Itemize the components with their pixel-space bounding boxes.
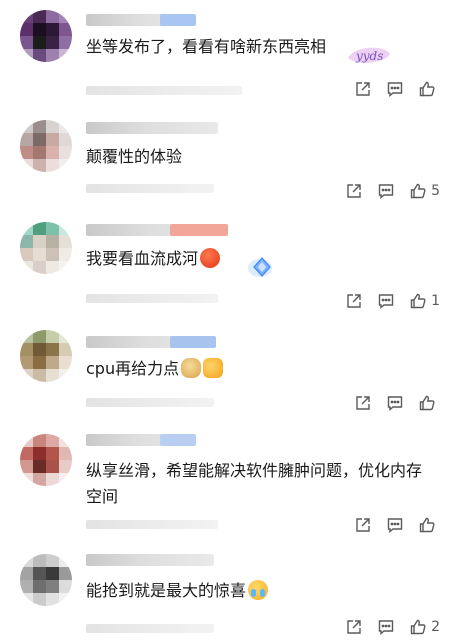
reply-button[interactable]: [377, 292, 395, 310]
share-icon: [347, 620, 361, 634]
comment-icon: [387, 396, 403, 411]
yyds-sticker: yyds: [348, 47, 390, 63]
thumbs-up-icon: [419, 395, 435, 411]
comment-actions: 1: [331, 290, 440, 312]
timestamp-blurred: [86, 624, 214, 633]
comment-icon: [378, 294, 394, 309]
share-button[interactable]: [354, 394, 372, 412]
reply-button[interactable]: [386, 80, 404, 98]
comment-actions: [340, 392, 440, 414]
angry-face-icon: [200, 248, 221, 268]
share-button[interactable]: [345, 182, 363, 200]
username-blurred[interactable]: [86, 554, 214, 566]
comment-actions: 5: [331, 180, 440, 202]
username-blurred[interactable]: [86, 336, 216, 348]
thumbs-up-icon: [419, 517, 435, 533]
comment-item: 能抢到就是最大的惊喜 2: [0, 542, 452, 642]
reply-button[interactable]: [386, 394, 404, 412]
comment-icon: [378, 184, 394, 199]
like-button[interactable]: [418, 394, 440, 412]
reply-button[interactable]: [386, 516, 404, 534]
comment-item: 纵享丝滑，希望能解决软件臃肿问题，优化内存空间: [0, 422, 452, 542]
comment-text: 纵享丝滑，希望能解决软件臃肿问题，优化内存空间: [86, 461, 423, 506]
comment-text: 颠覆性的体验: [86, 147, 183, 166]
like-button[interactable]: 2: [409, 618, 440, 636]
doge-icon: [181, 358, 202, 378]
share-icon: [356, 396, 370, 410]
username-blurred[interactable]: [86, 224, 228, 236]
comment-actions: 2: [331, 616, 440, 638]
comment-actions: [340, 514, 440, 536]
share-icon: [347, 184, 361, 198]
comment-item: 坐等发布了，看看有啥新东西亮相 yyds: [0, 0, 452, 108]
thumbs-up-icon: [410, 293, 426, 309]
username-blurred[interactable]: [86, 434, 196, 446]
like-count: 2: [431, 619, 440, 635]
comment-item: cpu再给力点: [0, 318, 452, 422]
comment-icon: [378, 620, 394, 635]
timestamp-blurred: [86, 520, 218, 529]
avatar[interactable]: [20, 222, 72, 274]
comment-actions: [340, 78, 440, 100]
timestamp-blurred: [86, 86, 242, 95]
share-button[interactable]: [345, 618, 363, 636]
reply-button[interactable]: [377, 182, 395, 200]
like-count: 1: [431, 293, 440, 309]
diamond-badge-icon: [248, 257, 272, 277]
avatar[interactable]: [20, 330, 72, 382]
avatar[interactable]: [20, 434, 72, 486]
timestamp-blurred: [86, 184, 214, 193]
comment-text: 能抢到就是最大的惊喜: [86, 578, 426, 604]
share-button[interactable]: [345, 292, 363, 310]
comment-icon: [387, 518, 403, 533]
comment-text: cpu再给力点: [86, 356, 426, 382]
like-button[interactable]: 5: [409, 182, 440, 200]
share-button[interactable]: [354, 80, 372, 98]
like-button[interactable]: [418, 516, 440, 534]
username-blurred[interactable]: [86, 122, 218, 134]
share-icon: [347, 294, 361, 308]
share-icon: [356, 82, 370, 96]
comment-item: 我要看血流成河 1: [0, 212, 452, 318]
timestamp-blurred: [86, 398, 214, 407]
fearful-face-icon: [203, 358, 224, 378]
crying-face-icon: [248, 580, 269, 600]
timestamp-blurred: [86, 294, 218, 303]
username-blurred[interactable]: [86, 14, 196, 26]
thumbs-up-icon: [410, 619, 426, 635]
avatar[interactable]: [20, 120, 72, 172]
share-icon: [356, 518, 370, 532]
avatar[interactable]: [20, 10, 72, 62]
svg-text:yyds: yyds: [355, 49, 383, 63]
comment-item: 颠覆性的体验 5: [0, 108, 452, 212]
thumbs-up-icon: [419, 81, 435, 97]
like-button[interactable]: 1: [409, 292, 440, 310]
avatar[interactable]: [20, 554, 72, 606]
like-count: 5: [431, 183, 440, 199]
share-button[interactable]: [354, 516, 372, 534]
like-button[interactable]: [418, 80, 440, 98]
reply-button[interactable]: [377, 618, 395, 636]
thumbs-up-icon: [410, 183, 426, 199]
comment-icon: [387, 82, 403, 97]
